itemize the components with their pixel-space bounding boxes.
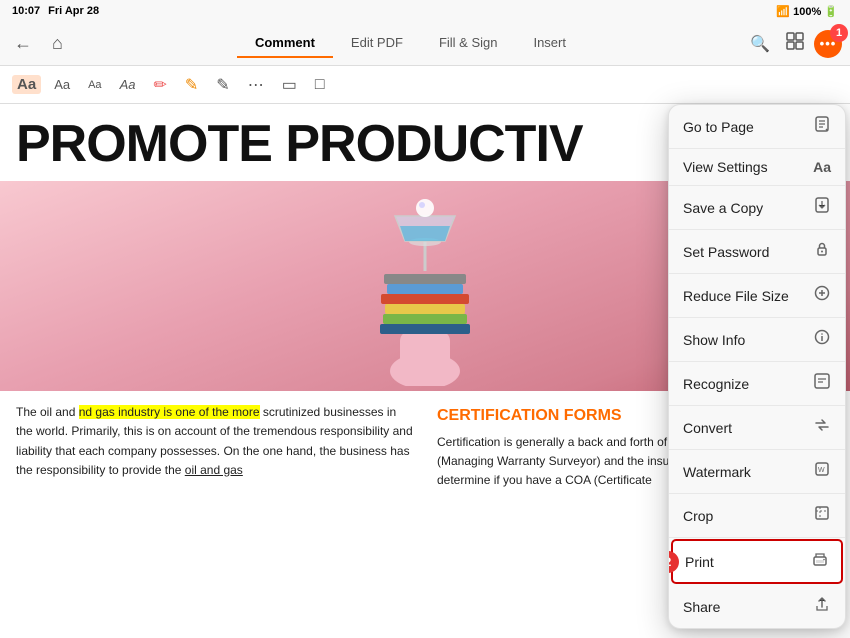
annotation-bar: Aa Aa Aa Aa ✏ ✎ ✎ ⋯ ▭ □ [0, 66, 850, 104]
ann-text-3[interactable]: Aa [83, 76, 106, 94]
toolbar-right: 🔍 ••• 1 [744, 28, 842, 59]
menu-item-watermark[interactable]: Watermark W [669, 450, 845, 494]
more-button-wrapper: ••• 1 [814, 30, 842, 58]
ann-highlight-orange[interactable]: ✎ [180, 72, 203, 98]
ann-text-1[interactable]: Aa [12, 75, 41, 94]
menu-item-convert[interactable]: Convert [669, 406, 845, 450]
ann-text-4[interactable]: Aa [115, 74, 141, 95]
home-button[interactable]: ⌂ [46, 29, 69, 58]
tab-comment[interactable]: Comment [237, 29, 333, 58]
main-content: PROMOTE PRODUCTIV [0, 104, 850, 638]
main-toolbar: ← ⌂ Comment Edit PDF Fill & Sign Insert … [0, 22, 850, 66]
menu-item-share[interactable]: Share [669, 585, 845, 628]
tab-edit-pdf[interactable]: Edit PDF [333, 29, 421, 58]
battery-display: 📶 100% 🔋 [776, 5, 838, 18]
ann-underline[interactable]: ⋯ [243, 72, 269, 98]
toolbar-tabs: Comment Edit PDF Fill & Sign Insert [81, 29, 740, 58]
search-button[interactable]: 🔍 [744, 30, 776, 58]
menu-item-print-wrapper: 2 Print [669, 539, 845, 584]
menu-item-reduce-file-size[interactable]: Reduce File Size [669, 274, 845, 318]
menu-item-go-to-page[interactable]: Go to Page [669, 105, 845, 149]
grid-button[interactable] [780, 28, 810, 59]
menu-item-recognize[interactable]: Recognize [669, 362, 845, 406]
menu-item-print[interactable]: 2 Print [671, 539, 843, 584]
ann-pen[interactable]: ✎ [211, 72, 234, 98]
menu-item-show-info[interactable]: Show Info [669, 318, 845, 362]
menu-item-crop[interactable]: Crop [669, 494, 845, 538]
dropdown-menu: Go to Page View Settings Aa Save a Copy … [668, 104, 846, 629]
pdf-text-before-highlight: The oil and [16, 405, 79, 419]
badge-2: 2 [668, 551, 679, 573]
tab-fill-sign[interactable]: Fill & Sign [421, 29, 516, 58]
back-button[interactable]: ← [8, 29, 38, 58]
badge-1: 1 [830, 24, 848, 42]
date-display: Fri Apr 28 [48, 5, 99, 17]
svg-text:W: W [818, 467, 825, 474]
ann-text-2[interactable]: Aa [49, 74, 75, 95]
ann-stamp[interactable]: □ [310, 73, 330, 97]
pdf-left-col: The oil and nd gas industry is one of th… [16, 403, 413, 490]
menu-item-view-settings[interactable]: View Settings Aa [669, 149, 845, 186]
nav-buttons: ← ⌂ [8, 29, 69, 58]
menu-item-set-password[interactable]: Set Password [669, 230, 845, 274]
menu-item-save-copy[interactable]: Save a Copy [669, 186, 845, 230]
cocktail-svg [325, 186, 525, 386]
ann-box[interactable]: ▭ [277, 72, 302, 98]
status-bar: 10:07 Fri Apr 28 📶 100% 🔋 [0, 0, 850, 22]
ann-highlight-red[interactable]: ✏ [148, 72, 171, 98]
time-display: 10:07 [12, 5, 40, 17]
pdf-highlighted-text: nd gas industry is one of the more [79, 405, 260, 419]
tab-insert[interactable]: Insert [515, 29, 584, 58]
